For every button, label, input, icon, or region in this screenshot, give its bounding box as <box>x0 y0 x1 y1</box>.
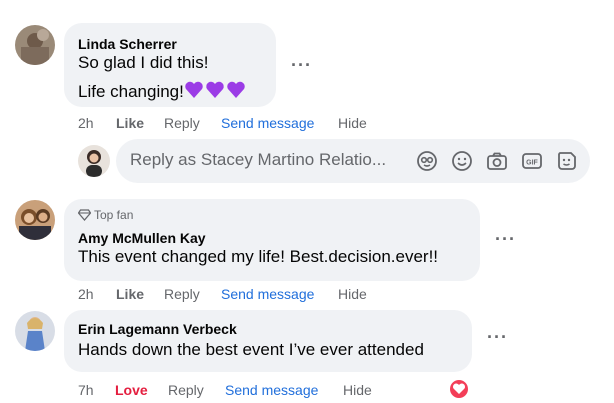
comment-text-line2: Life changing! <box>78 80 246 105</box>
top-fan-badge: Top fan <box>77 208 134 224</box>
reply-placeholder: Reply as Stacey Martino Relatio... <box>130 150 387 169</box>
sticker-icon[interactable] <box>556 150 578 172</box>
comment-text: Hands down the best event I’ve ever atte… <box>78 340 424 359</box>
hide-button[interactable]: Hide <box>338 286 367 302</box>
comment-author[interactable]: Linda Scherrer <box>78 36 177 52</box>
diamond-icon <box>77 209 92 224</box>
svg-text:GIF: GIF <box>526 160 538 167</box>
more-options-button[interactable]: ··· <box>495 230 516 248</box>
reply-button[interactable]: Reply <box>164 286 200 302</box>
reply-button[interactable]: Reply <box>168 382 204 398</box>
hide-button[interactable]: Hide <box>343 382 372 398</box>
reply-button[interactable]: Reply <box>164 115 200 131</box>
like-button[interactable]: Like <box>116 115 144 131</box>
comment-author[interactable]: Amy McMullen Kay <box>78 230 206 246</box>
avatar-linda[interactable] <box>15 25 55 65</box>
avatar-amy[interactable] <box>15 200 55 240</box>
comment-text: So glad I did this! <box>78 53 209 72</box>
comment-bubble-erin: Erin Lagemann Verbeck Hands down the bes… <box>64 310 472 372</box>
hide-button[interactable]: Hide <box>338 115 367 131</box>
more-options-button[interactable]: ··· <box>291 56 312 74</box>
smiley-icon[interactable] <box>451 150 473 172</box>
more-options-button[interactable]: ··· <box>487 328 508 346</box>
avatar-frame-icon[interactable] <box>416 150 438 172</box>
send-message-button[interactable]: Send message <box>221 115 314 131</box>
send-message-button[interactable]: Send message <box>221 286 314 302</box>
comment-bubble-linda: Linda Scherrer So glad I did this! Life … <box>64 23 276 107</box>
send-message-button[interactable]: Send message <box>225 382 318 398</box>
like-button[interactable]: Like <box>116 286 144 302</box>
top-fan-label: Top fan <box>94 208 134 222</box>
comment-text: This event changed my life! Best.decisio… <box>78 247 439 266</box>
gif-icon[interactable]: GIF <box>521 150 543 172</box>
reply-input[interactable]: Reply as Stacey Martino Relatio... GIF <box>116 139 590 183</box>
comment-text-line2-text: Life changing! <box>78 82 184 101</box>
love-reaction-button[interactable]: Love <box>115 382 148 398</box>
comment-time[interactable]: 2h <box>78 286 94 302</box>
purple-heart-icon <box>184 80 246 105</box>
camera-icon[interactable] <box>486 150 508 172</box>
comment-author[interactable]: Erin Lagemann Verbeck <box>78 321 237 337</box>
comment-time[interactable]: 7h <box>78 382 94 398</box>
comment-bubble-amy: Top fan Amy McMullen Kay This event chan… <box>64 199 480 281</box>
avatar-erin[interactable] <box>15 311 55 351</box>
heart-icon[interactable] <box>448 378 470 400</box>
reply-avatar <box>78 145 110 177</box>
comment-time[interactable]: 2h <box>78 115 94 131</box>
